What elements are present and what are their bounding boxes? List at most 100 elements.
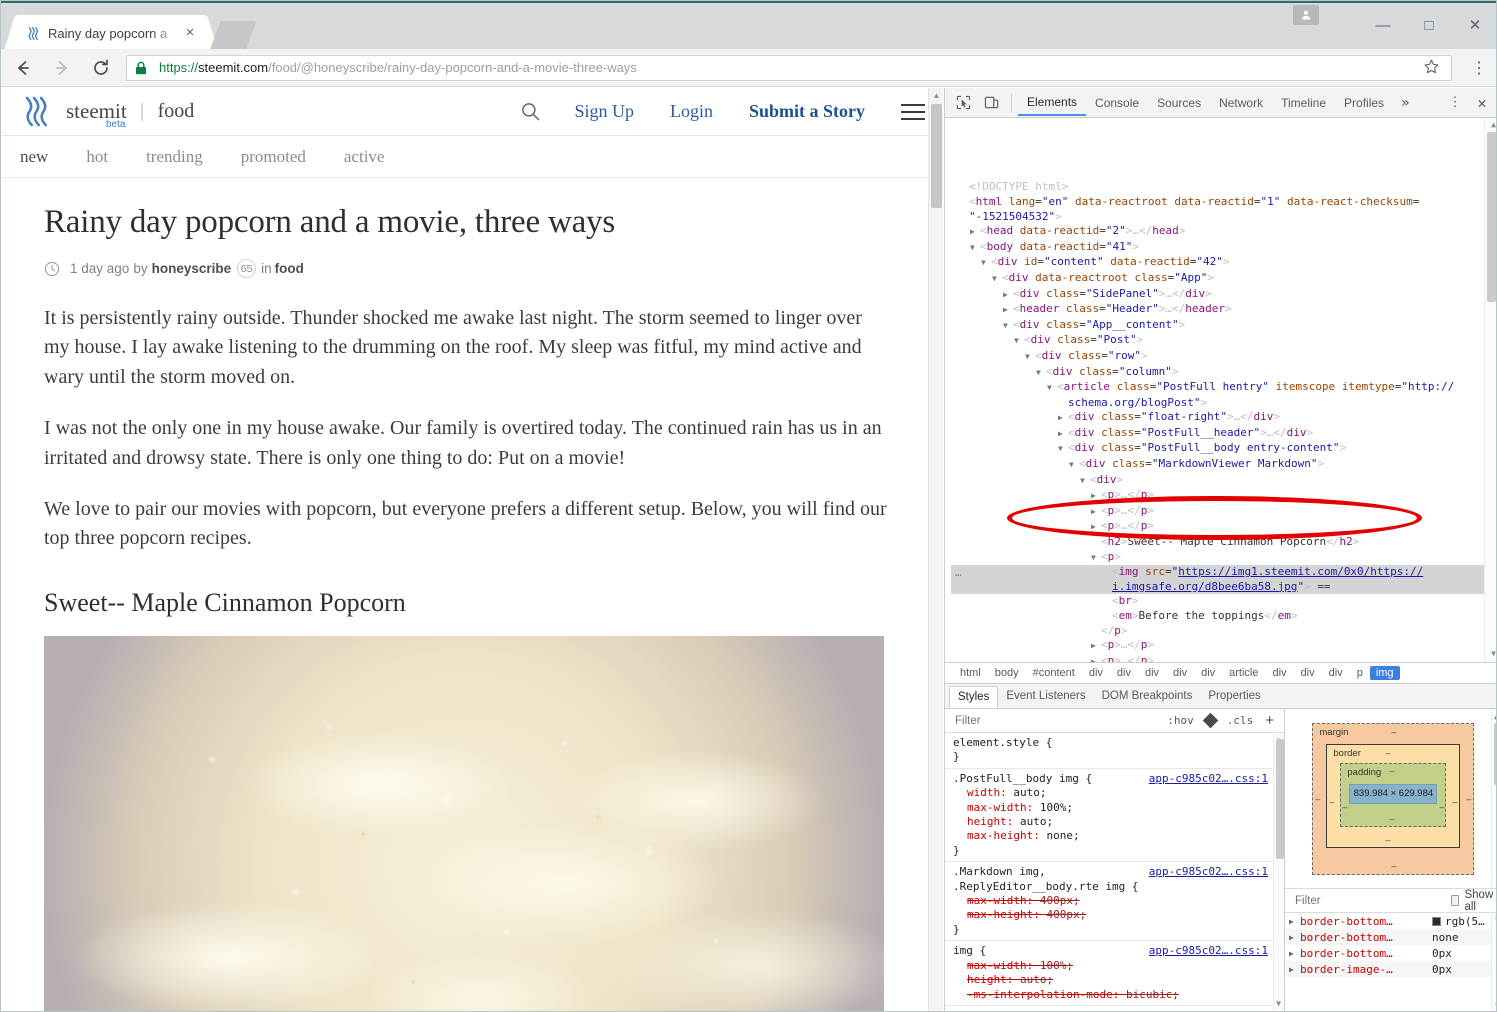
- breadcrumb-item[interactable]: div: [1166, 667, 1194, 679]
- expand-arrow-icon[interactable]: ▶: [1091, 655, 1101, 662]
- profile-avatar-icon[interactable]: [1293, 5, 1319, 25]
- dom-scroll-up-arrow-icon[interactable]: ▲: [1486, 118, 1496, 133]
- expand-arrow-icon[interactable]: ▶: [1289, 933, 1300, 942]
- computed-property-row[interactable]: ▶ border-bottom… rgb(5…: [1285, 913, 1496, 929]
- computed-properties-list[interactable]: ▶ border-bottom… rgb(5… ▶ border-bottom… none…: [1285, 913, 1496, 1011]
- expand-arrow-icon[interactable]: ▶: [1058, 427, 1068, 442]
- computed-filter-input[interactable]: [1293, 893, 1451, 908]
- stylesheet-source-link[interactable]: app-c985c02….css:1: [1149, 772, 1268, 786]
- breadcrumb-item[interactable]: body: [988, 667, 1026, 679]
- expand-arrow-icon[interactable]: ▶: [1091, 520, 1101, 535]
- style-rule[interactable]: element.style {}: [945, 733, 1284, 769]
- computed-property-row[interactable]: ▶ border-bottom… none: [1285, 929, 1496, 945]
- margin-top-value[interactable]: –: [1391, 727, 1396, 737]
- expand-arrow-icon[interactable]: ▼: [1058, 442, 1068, 457]
- expand-arrow-icon[interactable]: ▼: [981, 256, 991, 271]
- dom-node-line[interactable]: ▼ <div class="MarkdownViewer Markdown">: [951, 457, 1496, 473]
- border-bottom-value[interactable]: –: [1385, 835, 1390, 845]
- breadcrumb-item[interactable]: div: [1194, 667, 1222, 679]
- box-model-margin[interactable]: margin – – – – border – – – – padding – …: [1312, 722, 1475, 875]
- breadcrumb-item[interactable]: div: [1294, 667, 1322, 679]
- tab-properties[interactable]: Properties: [1200, 686, 1268, 706]
- dom-node-line[interactable]: ▼ <div class="Post">: [951, 333, 1496, 349]
- dom-node-line[interactable]: ▶ <head data-reactid="2">…</head>: [951, 224, 1496, 240]
- dom-node-line[interactable]: ▼ <div class="PostFull__body entry-conten…: [951, 441, 1496, 457]
- post-category-link[interactable]: food: [275, 261, 304, 276]
- forward-icon[interactable]: [45, 51, 79, 85]
- computed-scrollbar[interactable]: ▲ ▼: [1490, 913, 1496, 1011]
- css-declaration[interactable]: max-width: 100%;: [953, 801, 1278, 815]
- dom-node-line[interactable]: ▶ <div class="float-right">…</div>: [951, 410, 1496, 426]
- computed-property-row[interactable]: ▶ border-image-… 0px: [1285, 961, 1496, 977]
- subnav-item-trending[interactable]: trending: [146, 147, 203, 167]
- submit-story-link[interactable]: Submit a Story: [749, 101, 865, 122]
- subnav-item-hot[interactable]: hot: [86, 147, 108, 167]
- padding-right-value[interactable]: –: [1439, 802, 1444, 812]
- scroll-up-arrow-icon[interactable]: ▲: [929, 88, 943, 103]
- expand-arrow-icon[interactable]: ▼: [1080, 474, 1090, 489]
- computed-scroll-down-arrow-icon[interactable]: ▼: [1492, 1001, 1496, 1011]
- margin-bottom-value[interactable]: –: [1391, 861, 1396, 871]
- dom-node-line[interactable]: ▼ <article class="PostFull hentry" itemsc…: [951, 380, 1496, 396]
- tab-close-icon[interactable]: ×: [181, 24, 199, 42]
- styles-scrollbar[interactable]: ▲ ▼: [1273, 733, 1284, 1011]
- dom-node-line[interactable]: <em>Before the toppings</em>: [951, 609, 1496, 624]
- dom-node-line[interactable]: ▼ <p>: [951, 550, 1496, 566]
- dom-node-line[interactable]: ▶ <p>…</p>: [951, 654, 1496, 662]
- dom-node-line[interactable]: "-1521504532">: [951, 210, 1496, 225]
- tab-event-listeners[interactable]: Event Listeners: [998, 686, 1093, 706]
- margin-right-value[interactable]: –: [1466, 794, 1471, 804]
- dom-node-line[interactable]: </p>: [951, 624, 1496, 639]
- expand-arrow-icon[interactable]: ▼: [1047, 381, 1057, 396]
- brand-wrap[interactable]: steemit beta: [66, 99, 127, 130]
- css-declaration[interactable]: -ms-interpolation-mode: bicubic;: [953, 988, 1278, 1002]
- dom-node-line[interactable]: ▼ <body data-reactid="41">: [951, 240, 1496, 256]
- tab-sources[interactable]: Sources: [1148, 90, 1210, 115]
- dom-tree[interactable]: <!DOCTYPE html> <html lang="en" data-reac…: [945, 118, 1496, 662]
- browser-tab[interactable]: Rainy day popcorn a ×: [4, 15, 218, 51]
- css-declaration[interactable]: height: auto;: [953, 973, 1278, 987]
- expand-arrow-icon[interactable]: ▶: [970, 225, 980, 240]
- expand-arrow-icon[interactable]: ▶: [1003, 288, 1013, 303]
- show-all-checkbox[interactable]: [1451, 895, 1460, 906]
- close-window-button[interactable]: ✕: [1452, 10, 1496, 40]
- maximize-button[interactable]: □: [1406, 10, 1452, 40]
- expand-arrow-icon[interactable]: ▶: [1091, 639, 1101, 654]
- expand-arrow-icon[interactable]: ▼: [1014, 334, 1024, 349]
- expand-arrow-icon[interactable]: ▶: [1289, 965, 1300, 974]
- expand-arrow-icon[interactable]: ▶: [1289, 949, 1300, 958]
- dom-node-line[interactable]: ▶ <div class="PostFull__header">…</div>: [951, 426, 1496, 442]
- breadcrumb-item[interactable]: div: [1322, 667, 1350, 679]
- computed-property-row[interactable]: ▶ border-bottom… 0px: [1285, 945, 1496, 961]
- dom-node-line[interactable]: ▶ <p>…</p>: [951, 519, 1496, 535]
- computed-scroll-up-arrow-icon[interactable]: ▲: [1492, 913, 1496, 924]
- more-tabs-icon[interactable]: »: [1393, 95, 1417, 111]
- new-style-rule-button[interactable]: +: [1259, 712, 1280, 729]
- css-declaration[interactable]: width: auto;: [953, 786, 1278, 800]
- expand-arrow-icon[interactable]: ▶: [1091, 489, 1101, 504]
- node-overflow-icon[interactable]: …: [955, 566, 962, 581]
- box-model-content-size[interactable]: 839.984 × 629.984: [1349, 783, 1438, 804]
- css-declaration[interactable]: height: auto;: [953, 815, 1278, 829]
- dom-node-line[interactable]: ▼ <div class="row">: [951, 349, 1496, 365]
- box-model-scrollbar[interactable]: ▲: [1490, 709, 1496, 888]
- expand-arrow-icon[interactable]: ▼: [992, 272, 1002, 287]
- breadcrumb-item[interactable]: img: [1369, 666, 1400, 680]
- expand-arrow-icon[interactable]: ▶: [1289, 917, 1300, 926]
- dom-scroll-thumb[interactable]: [1487, 132, 1496, 302]
- style-rule[interactable]: app-c985c02….css:1 .Markdown img, .ReplyEd…: [945, 862, 1284, 942]
- styles-scroll-thumb[interactable]: [1276, 739, 1284, 859]
- dom-node-line[interactable]: <html lang="en" data-reactroot data-reac…: [951, 195, 1496, 210]
- breadcrumb-item[interactable]: p: [1350, 667, 1370, 679]
- post-author-link[interactable]: honeyscribe: [152, 261, 232, 276]
- expand-arrow-icon[interactable]: ▼: [1025, 350, 1035, 365]
- dom-node-line[interactable]: ▶ <header class="Header">…</header>: [951, 302, 1496, 318]
- breadcrumb-item[interactable]: div: [1082, 667, 1110, 679]
- dom-scroll-down-arrow-icon[interactable]: ▼: [1486, 647, 1496, 662]
- expand-arrow-icon[interactable]: ▼: [1036, 366, 1046, 381]
- dom-node-line[interactable]: <!DOCTYPE html>: [951, 180, 1496, 195]
- box-model-padding[interactable]: padding – – – – 839.984 × 629.984: [1340, 762, 1447, 827]
- inspect-element-icon[interactable]: [949, 90, 977, 116]
- css-declaration[interactable]: max-width: 400px;: [953, 894, 1278, 908]
- border-top-value[interactable]: –: [1385, 748, 1390, 758]
